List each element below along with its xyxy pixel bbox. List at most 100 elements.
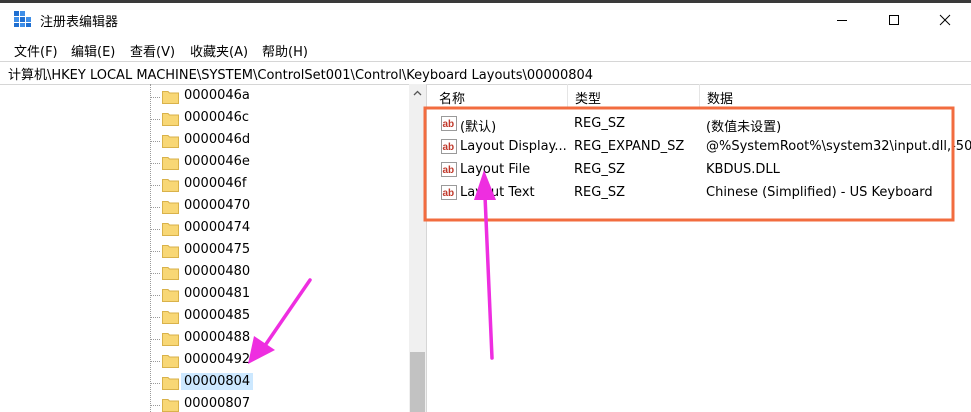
folder-icon	[162, 333, 179, 346]
tree-item-label: 00000485	[184, 308, 251, 323]
svg-text:ab: ab	[443, 119, 455, 130]
tree-connector	[150, 405, 160, 406]
menu-favorites[interactable]: 收藏夹(A)	[190, 41, 248, 60]
folder-icon	[162, 179, 179, 192]
folder-icon	[162, 113, 179, 126]
string-value-icon: ab	[441, 116, 457, 131]
value-name: Layout Text	[460, 185, 535, 200]
string-value-icon: ab	[441, 139, 457, 154]
menu-help[interactable]: 帮助(H)	[262, 41, 308, 60]
values-pane[interactable]: 名称 类型 数据 ab (默认) REG_SZ (数值未设置) ab Layout Dis…	[431, 84, 971, 412]
tree-connector	[150, 361, 160, 362]
column-header-name[interactable]: 名称	[431, 84, 567, 108]
folder-icon	[162, 289, 179, 302]
folder-icon	[162, 201, 179, 214]
tree-item-0000046e[interactable]: 0000046e	[150, 152, 400, 174]
value-name: Layout File	[460, 162, 531, 177]
tree-item-label: 0000046a	[184, 88, 250, 103]
tree-item-00000485[interactable]: 00000485	[150, 306, 400, 328]
minimize-button[interactable]	[819, 3, 865, 36]
folder-icon	[162, 377, 179, 390]
menu-edit[interactable]: 编辑(E)	[71, 41, 115, 60]
menu-view[interactable]: 查看(V)	[130, 41, 175, 60]
value-data: KBDUS.DLL	[706, 162, 780, 177]
menu-file[interactable]: 文件(F)	[14, 41, 58, 60]
tree-item-00000470[interactable]: 00000470	[150, 196, 400, 218]
tree-connector	[150, 97, 160, 98]
value-data: @%SystemRoot%\system32\input.dll,-50	[706, 139, 971, 154]
maximize-button[interactable]	[871, 3, 917, 36]
tree-item-00000474[interactable]: 00000474	[150, 218, 400, 240]
tree-connector	[150, 251, 160, 252]
tree-connector	[150, 207, 160, 208]
value-type: REG_SZ	[574, 116, 625, 131]
folder-icon	[162, 355, 179, 368]
column-header-data-label: 数据	[707, 92, 734, 107]
column-header-type[interactable]: 类型	[567, 84, 699, 108]
tree-connector	[150, 383, 160, 384]
column-header-name-label: 名称	[439, 92, 466, 107]
tree-item-00000807[interactable]: 00000807	[150, 394, 400, 412]
tree-item-label: 0000046c	[184, 110, 250, 125]
value-data: Chinese (Simplified) - US Keyboard	[706, 185, 933, 200]
value-type: REG_SZ	[574, 162, 625, 177]
folder-icon	[162, 91, 179, 104]
tree-connector	[150, 229, 160, 230]
tree-item-0000046c[interactable]: 0000046c	[150, 108, 400, 130]
tree-connector	[150, 273, 160, 274]
value-type: REG_SZ	[574, 185, 625, 200]
value-row[interactable]: ab Layout Display... REG_EXPAND_SZ @%System…	[431, 136, 971, 159]
tree-connector	[150, 317, 160, 318]
svg-text:ab: ab	[443, 165, 455, 176]
tree-item-00000804[interactable]: 00000804	[150, 372, 400, 394]
registry-editor-window: 注册表编辑器 文件(F) 编辑(E) 查看(V) 收藏夹(A) 帮助(H) 计算…	[0, 3, 971, 412]
tree-item-label: 00000804	[181, 373, 254, 390]
key-tree-pane[interactable]: 0000046a 0000046c 0000046d 0000046e 0000046f…	[0, 84, 427, 412]
maximize-icon	[889, 14, 899, 25]
value-row[interactable]: ab Layout Text REG_SZ Chinese (Simplified) …	[431, 182, 971, 205]
menu-bar: 文件(F) 编辑(E) 查看(V) 收藏夹(A) 帮助(H)	[0, 38, 971, 60]
value-type: REG_EXPAND_SZ	[574, 139, 685, 154]
value-row[interactable]: ab Layout File REG_SZ KBDUS.DLL	[431, 159, 971, 182]
chevron-up-icon	[413, 90, 422, 95]
folder-icon	[162, 267, 179, 280]
tree-connector	[150, 119, 160, 120]
scroll-thumb[interactable]	[410, 352, 425, 412]
address-path[interactable]: 计算机\HKEY LOCAL MACHINE\SYSTEM\ControlSet…	[8, 64, 593, 83]
folder-icon	[162, 223, 179, 236]
tree-item-00000488[interactable]: 00000488	[150, 328, 400, 350]
tree-item-0000046a[interactable]: 0000046a	[150, 86, 400, 108]
title-bar[interactable]: 注册表编辑器	[0, 3, 971, 36]
tree-item-00000475[interactable]: 00000475	[150, 240, 400, 262]
string-value-icon: ab	[441, 185, 457, 200]
value-name: Layout Display...	[460, 139, 567, 154]
tree-connector	[150, 339, 160, 340]
value-name: (默认)	[460, 120, 497, 135]
tree-item-label: 0000046d	[184, 132, 251, 147]
tree-item-0000046d[interactable]: 0000046d	[150, 130, 400, 152]
tree-item-00000481[interactable]: 00000481	[150, 284, 400, 306]
tree-item-label: 00000475	[184, 242, 251, 257]
minimize-icon	[837, 19, 847, 21]
value-data: (数值未设置)	[706, 120, 782, 135]
tree-item-label: 00000488	[184, 330, 251, 345]
tree-connector	[150, 163, 160, 164]
tree-item-00000492[interactable]: 00000492	[150, 350, 400, 372]
address-bar[interactable]: 计算机\HKEY LOCAL MACHINE\SYSTEM\ControlSet…	[0, 61, 971, 85]
tree-item-label: 0000046f	[184, 176, 247, 191]
folder-icon	[162, 245, 179, 258]
scroll-up-button[interactable]	[409, 84, 426, 101]
tree-scrollbar[interactable]	[409, 84, 426, 412]
tree-item-0000046f[interactable]: 0000046f	[150, 174, 400, 196]
tree-item-00000480[interactable]: 00000480	[150, 262, 400, 284]
close-button[interactable]	[922, 3, 968, 36]
column-header-data[interactable]: 数据	[699, 84, 971, 108]
tree-item-label: 00000474	[184, 220, 251, 235]
svg-text:ab: ab	[443, 188, 455, 199]
close-icon	[939, 14, 951, 25]
value-row[interactable]: ab (默认) REG_SZ (数值未设置)	[431, 113, 971, 136]
tree-connector	[150, 295, 160, 296]
string-value-icon: ab	[441, 162, 457, 177]
tree-item-label: 00000807	[184, 396, 251, 411]
registry-editor-icon	[14, 11, 31, 27]
